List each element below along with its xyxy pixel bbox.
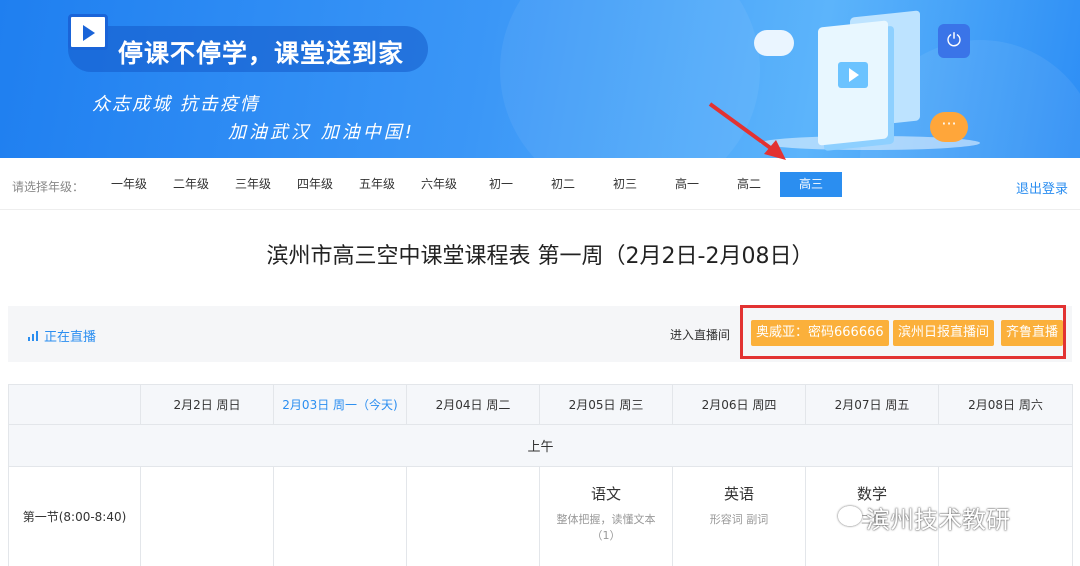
- banner: 停课不停学，课堂送到家 众志成城 抗击疫情 加油武汉 加油中国! ⏻ ···: [0, 0, 1080, 158]
- page-title: 滨州市高三空中课堂课程表 第一周（2月2日-2月08日）: [266, 244, 814, 269]
- schedule-header-row: 2月2日 周日 2月03日 周一（今天) 2月04日 周二 2月05日 周三 2…: [8, 384, 1073, 425]
- header-day-today[interactable]: 2月03日 周一（今天): [273, 384, 407, 425]
- header-day[interactable]: 2月07日 周五: [805, 384, 939, 425]
- grade-item-5[interactable]: 五年级: [346, 172, 408, 197]
- wechat-icon: [838, 506, 862, 526]
- live-status[interactable]: 正在直播: [28, 326, 96, 345]
- grade-item-2[interactable]: 二年级: [160, 172, 222, 197]
- cell-subject: 语文: [590, 485, 621, 503]
- header-day[interactable]: 2月05日 周三: [539, 384, 673, 425]
- banner-slogan-1: 众志成城 抗击疫情: [92, 94, 260, 115]
- grade-label: 请选择年级：: [12, 180, 85, 194]
- grade-item-6[interactable]: 六年级: [408, 172, 470, 197]
- schedule-table: 2月2日 周日 2月03日 周一（今天) 2月04日 周二 2月05日 周三 2…: [8, 384, 1073, 566]
- video-play-icon: [68, 14, 108, 50]
- section-row: 上午: [8, 424, 1073, 467]
- cell-topic: 整体把握，读懂文本（1）: [556, 513, 656, 542]
- chat-bubble-icon: ···: [930, 112, 968, 142]
- schedule-cell: [140, 466, 274, 566]
- schedule-cell[interactable]: 英语 形容词 副词: [672, 466, 806, 566]
- grade-item-12-selected[interactable]: 高三: [780, 172, 842, 197]
- grade-item-1[interactable]: 一年级: [98, 172, 160, 197]
- live-bar: 正在直播 进入直播间 奥威亚：密码666666 滨州日报直播间 齐鲁直播: [8, 305, 1072, 362]
- banner-slogan-2: 加油武汉 加油中国!: [228, 122, 415, 143]
- cloud-icon: [754, 30, 794, 56]
- header-corner: [8, 384, 141, 425]
- banner-title: 停课不停学，课堂送到家: [118, 39, 405, 68]
- power-icon: ⏻: [938, 24, 970, 58]
- logout-link[interactable]: 退出登录: [1016, 178, 1068, 197]
- schedule-cell[interactable]: 语文整体把握，读懂文本（1）: [539, 466, 673, 566]
- live-status-label: 正在直播: [44, 330, 97, 345]
- schedule-cell: [273, 466, 407, 566]
- play-icon: [838, 62, 868, 88]
- signal-bars-icon: [28, 331, 40, 341]
- section-label-morning: 上午: [8, 424, 1073, 467]
- cell-topic: 形容词 副词: [709, 513, 769, 526]
- grade-item-4[interactable]: 四年级: [284, 172, 346, 197]
- live-button-binzhou-daily[interactable]: 滨州日报直播间: [893, 320, 995, 346]
- period-label: 第一节(8:00-8:40): [8, 466, 141, 566]
- header-day[interactable]: 2月06日 周四: [672, 384, 806, 425]
- watermark: 滨州技术教研: [866, 506, 1010, 534]
- grade-item-10[interactable]: 高一: [656, 172, 718, 197]
- header-day[interactable]: 2月04日 周二: [406, 384, 540, 425]
- live-buttons-highlight: 奥威亚：密码666666 滨州日报直播间 齐鲁直播: [740, 305, 1066, 359]
- schedule-cell: [406, 466, 540, 566]
- header-day[interactable]: 2月08日 周六: [938, 384, 1073, 425]
- grade-item-11[interactable]: 高二: [718, 172, 780, 197]
- live-button-aoweiya[interactable]: 奥威亚：密码666666: [751, 320, 889, 346]
- banner-decoration: [500, 0, 760, 158]
- live-button-qilu[interactable]: 齐鲁直播: [1001, 320, 1064, 346]
- grade-item-8[interactable]: 初二: [532, 172, 594, 197]
- header-day[interactable]: 2月2日 周日: [140, 384, 274, 425]
- grade-item-7[interactable]: 初一: [470, 172, 532, 197]
- enter-live-label: 进入直播间: [670, 328, 731, 342]
- cell-subject: 英语: [723, 485, 754, 503]
- grade-item-9[interactable]: 初三: [594, 172, 656, 197]
- grade-bar: 请选择年级： 一年级 二年级 三年级 四年级 五年级 六年级 初一 初二 初三 …: [0, 158, 1080, 210]
- grade-item-3[interactable]: 三年级: [222, 172, 284, 197]
